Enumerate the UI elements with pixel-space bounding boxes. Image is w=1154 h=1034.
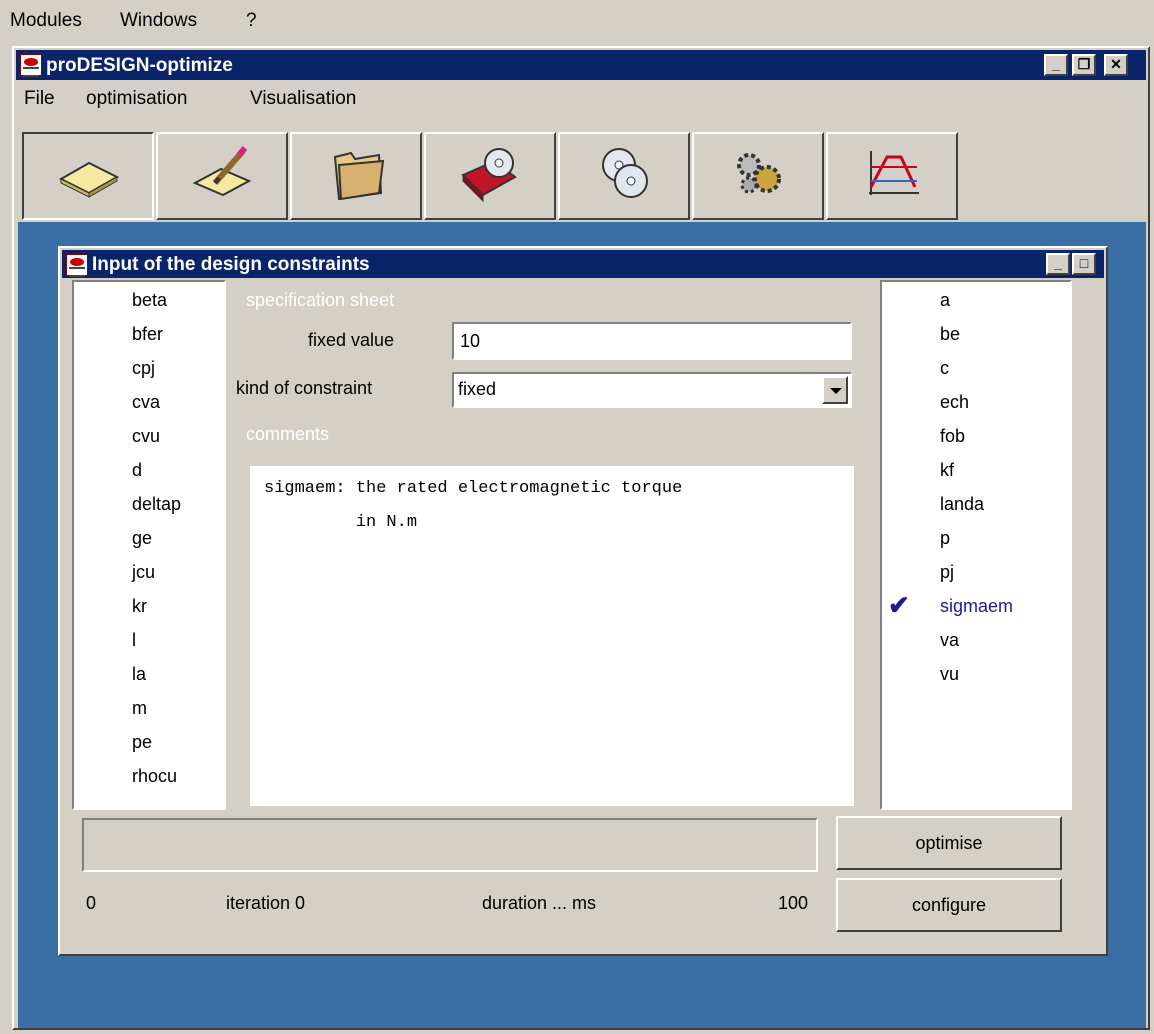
list-item-selected[interactable]: sigmaem [940,596,1013,630]
window-title: proDESIGN-optimize [46,55,233,76]
chart-button[interactable] [826,132,958,220]
gears-icon [737,153,781,194]
list-item[interactable]: kr [132,596,147,630]
cd-stack-icon [602,148,648,198]
window-titlebar[interactable]: proDESIGN-optimize _ ❐ ✕ [16,50,1146,80]
progress-min-label: 0 [86,893,97,913]
list-item[interactable]: cvu [132,426,160,460]
comments-label: comments [246,424,330,444]
open-folder-icon [333,151,385,201]
fixed-value-input[interactable] [452,322,852,360]
gears-button[interactable] [692,132,824,220]
toolbar [22,132,967,222]
constraint-form: specification sheet fixed value kind of … [232,280,872,810]
app-icon [66,254,88,277]
chevron-down-icon[interactable] [822,376,848,404]
menu-visualisation[interactable]: Visualisation [250,88,356,110]
edit-document-icon [192,146,252,197]
configure-button[interactable]: configure [836,878,1062,932]
list-item[interactable]: la [132,664,146,698]
new-document-icon [58,161,120,198]
window-menubar: File optimisation Visualisation [16,82,1146,118]
spec-sheet-label: specification sheet [246,290,395,310]
list-item[interactable]: bfer [132,324,163,358]
list-item[interactable]: m [132,698,147,732]
list-item[interactable]: a [940,290,950,324]
list-item[interactable]: c [940,358,949,392]
list-item[interactable]: vu [940,664,959,698]
list-item[interactable]: d [132,460,142,494]
list-item[interactable]: landa [940,494,984,528]
list-item[interactable]: ech [940,392,969,426]
constraints-title: Input of the design constraints [92,254,370,275]
list-item[interactable]: kf [940,460,954,494]
optimise-button[interactable]: optimise [836,816,1062,870]
constraints-window: Input of the design constraints _ □ beta… [58,246,1108,956]
list-item[interactable]: va [940,630,959,664]
restore-button[interactable]: ❐ [1072,54,1096,76]
desktop-pane: Input of the design constraints _ □ beta… [18,222,1146,1028]
menu-help[interactable]: ? [246,10,257,32]
app-icon [20,54,42,77]
cd-stack-button[interactable] [558,132,690,220]
kind-of-constraint-value: fixed [458,379,497,399]
list-item[interactable]: ge [132,528,152,562]
list-item[interactable]: cpj [132,358,155,392]
close-button[interactable]: ✕ [1104,54,1128,76]
fixed-value-label: fixed value [308,330,395,350]
constraints-titlebar[interactable]: Input of the design constraints _ □ [62,250,1104,278]
duration-label: duration ... ms [482,893,597,913]
free-parameters-list: beta bfer cpj cva cvu d deltap ge jcu kr… [72,280,226,810]
app-menubar: Modules Windows ? [0,0,1154,40]
new-document-button[interactable] [22,132,154,220]
checkmark-icon: ✔ [888,590,910,620]
kind-of-constraint-select[interactable]: fixed [452,372,852,408]
list-item[interactable]: rhocu [132,766,177,800]
chart-icon [869,151,919,195]
constrained-parameters-list: a be c ech fob kf landa p pj sigmaem va … [880,280,1072,810]
comments-textarea[interactable]: sigmaem: the rated electromagnetic torqu… [250,466,854,806]
list-item[interactable]: deltap [132,494,181,528]
list-item[interactable]: fob [940,426,965,460]
minimize-button[interactable]: _ [1044,54,1068,76]
progress-bar [82,818,818,872]
maximize-button[interactable]: □ [1072,253,1096,275]
menu-modules[interactable]: Modules [10,10,82,32]
list-item[interactable]: p [940,528,950,562]
menu-windows[interactable]: Windows [120,10,197,32]
list-item[interactable]: pe [132,732,152,766]
open-folder-button[interactable] [290,132,422,220]
kind-of-constraint-label: kind of constraint [236,378,373,398]
list-item[interactable]: l [132,630,136,664]
list-item[interactable]: cva [132,392,160,426]
list-item[interactable]: beta [132,290,167,324]
progress-max-label: 100 [778,893,809,913]
menu-file[interactable]: File [24,88,55,110]
list-item[interactable]: jcu [132,562,155,596]
edit-document-button[interactable] [156,132,288,220]
iteration-label: iteration 0 [226,893,306,913]
minimize-button[interactable]: _ [1046,253,1070,275]
prodesign-window: proDESIGN-optimize _ ❐ ✕ File optimisati… [12,46,1150,1030]
list-item[interactable]: pj [940,562,954,596]
book-cd-icon [461,148,517,203]
book-cd-button[interactable] [424,132,556,220]
menu-optimisation[interactable]: optimisation [86,88,187,110]
list-item[interactable]: be [940,324,960,358]
